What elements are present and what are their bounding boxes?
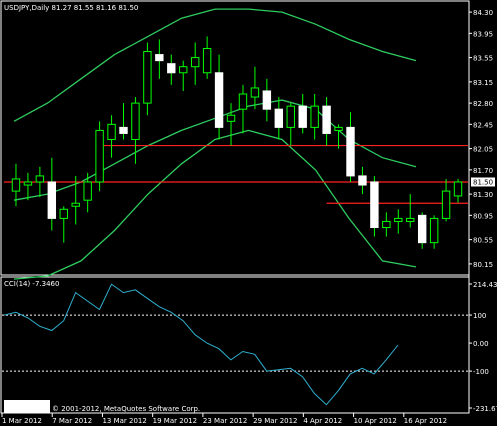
bollinger-bands [13,8,417,280]
candle-bullish [107,123,116,141]
time-tick-label: 10 Apr 2012 [354,417,397,425]
price-tick-label: 80.95 [473,212,493,220]
candle-bullish [238,93,248,110]
current-price-marker: 81.50 [471,177,495,187]
price-tick-label: 83.55 [473,55,493,63]
time-tick-label: 29 Mar 2012 [253,417,297,425]
time-tick-label: 23 Mar 2012 [203,417,247,425]
candle-bullish [250,87,260,98]
cci-tick-label: 100 [473,312,486,320]
price-panel-frame [0,0,470,276]
price-tick-label: 84.30 [473,9,493,17]
cci-indicator [2,283,468,406]
time-tick-label: 16 Apr 2012 [404,417,447,425]
cci-tick-label: -231.674 [473,405,497,413]
candle-bullish [226,114,236,122]
time-tick-label: 19 Mar 2012 [153,417,197,425]
chart-corner-box [4,400,50,413]
candle-bullish [95,129,104,183]
price-tick-label: 80.55 [473,237,493,245]
price-tick-label: 80.15 [473,261,493,269]
candle-bullish [429,217,439,244]
candle-bearish [358,175,367,186]
candle-bearish [47,181,57,219]
candle-bearish [346,126,355,177]
candle-bullish [286,105,295,128]
candle-bullish [394,217,403,222]
candle-bullish [83,181,92,201]
candle-bullish [190,57,200,68]
candle-bearish [155,54,164,62]
candle-bullish [59,208,68,219]
candle-bullish [334,126,343,131]
candle-bearish [262,90,272,110]
candle-bullish [453,181,463,197]
price-tick-label: 81.30 [473,191,493,199]
cci-axis-ticks: 214.4393 100 0.00 -100 -231.674 [469,281,497,413]
candle-bearish [274,108,284,128]
chart-canvas: 84.30 83.95 83.55 83.15 82.80 82.45 82.05 81.70… [0,0,497,425]
copyright-text: © 2001-2012, MetaQuotes Software Corp. [52,405,200,413]
candle-bullish [71,202,80,207]
candle-bullish [179,66,188,74]
price-tick-label: 82.45 [473,121,493,129]
candles [11,36,463,249]
price-tick-label: 83.95 [473,30,493,38]
candle-bearish [298,105,307,128]
candle-bearish [370,181,379,228]
cci-tick-label: 214.4393 [473,281,497,289]
candle-bearish [322,105,331,134]
candle-bearish [214,72,224,128]
candle-bullish [35,175,45,183]
time-axis-ticks: 1 Mar 2012 7 Mar 2012 13 Mar 2012 19 Mar 20… [1,413,447,425]
candle-bullish [143,51,152,104]
price-tick-label: 82.80 [473,100,493,108]
candle-bullish [382,220,391,228]
support-resistance-lines [4,144,468,204]
candle-bullish [23,181,33,186]
price-axis-ticks: 84.30 83.95 83.55 83.15 82.80 82.45 82.05 81.70… [469,9,493,269]
cci-tick-label: -100 [473,368,489,376]
symbol-info: USDJPY,Daily 81.27 81.55 81.16 81.50 [4,4,138,12]
candle-bullish [441,190,451,219]
time-tick-label: 13 Mar 2012 [102,417,146,425]
time-tick-label: 7 Mar 2012 [52,417,92,425]
candle-bullish [202,48,212,74]
candle-bullish [406,217,415,222]
cci-tick-label: 0.00 [473,340,489,348]
candle-bullish [310,105,319,128]
cci-line [3,283,399,406]
price-tick-label: 82.05 [473,146,493,154]
candle-bearish [119,126,128,134]
candle-bearish [167,63,176,74]
candle-bearish [417,214,427,244]
time-tick-label: 1 Mar 2012 [2,417,42,425]
candle-bullish [131,102,140,141]
candle-bullish [11,178,21,192]
cci-panel-frame [0,276,470,414]
current-price-label: 81.50 [473,178,493,186]
price-tick-label: 81.70 [473,167,493,175]
time-tick-label: 4 Apr 2012 [303,417,342,425]
cci-label: CCI(14) -7.3460 [4,280,59,288]
price-tick-label: 83.15 [473,79,493,87]
